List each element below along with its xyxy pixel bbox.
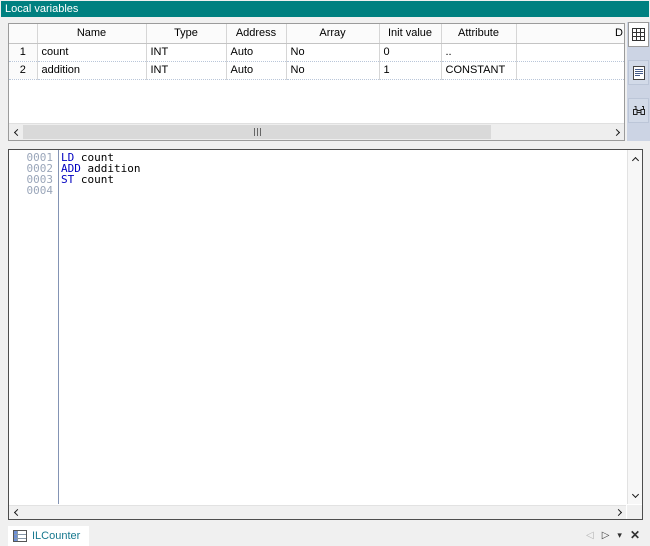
scroll-right-icon[interactable] [612,506,626,519]
scroll-down-icon[interactable] [628,488,642,502]
editor-vertical-scrollbar[interactable] [627,150,642,504]
scroll-left-icon[interactable] [9,124,23,140]
next-tab-icon[interactable]: ▷ [602,530,610,541]
header-init-value[interactable]: Init value [379,24,441,43]
cell-init-value[interactable]: 0 [379,43,441,61]
thumb-grip-icon [257,128,258,136]
scroll-up-icon[interactable] [628,152,642,166]
variables-horizontal-scrollbar[interactable] [9,123,624,140]
cell-attribute[interactable]: CONSTANT [441,61,516,79]
il-operand: count [74,173,114,186]
scroll-right-icon[interactable] [610,124,624,140]
tab-navigation-controls: ◁ ▷ ▾ ✕ [586,524,640,546]
code-area[interactable]: 0001LD count 0002ADD addition 0003ST cou… [9,150,626,504]
prev-tab-icon[interactable]: ◁ [586,530,594,541]
table-row: 2 addition INT Auto No 1 CONSTANT [9,61,624,79]
header-address[interactable]: Address [226,24,286,43]
scrollbar-thumb[interactable] [23,125,491,139]
header-type[interactable]: Type [146,24,226,43]
cell-extra[interactable] [516,43,624,61]
cell-init-value[interactable]: 1 [379,61,441,79]
document-icon [633,66,645,80]
grid-view-button[interactable] [628,22,649,47]
panel-title: Local variables [5,3,78,15]
grid-icon [632,28,645,41]
header-array[interactable]: Array [286,24,379,43]
local-variables-panel: Name Type Address Array Init value Attri… [8,23,625,141]
declaration-view-button[interactable] [628,60,649,85]
header-name[interactable]: Name [37,24,146,43]
thumb-grip-icon [254,128,255,136]
scrollbar-corner [627,505,642,519]
cell-attribute[interactable]: .. [441,43,516,61]
tab-ilcounter[interactable]: ILCounter [8,526,89,546]
line-number: 0004 [9,185,58,196]
program-grid-icon [13,530,27,542]
binoculars-icon [632,105,646,116]
panel-title-bar: Local variables [1,1,649,17]
code-line[interactable]: 0003ST count [9,174,626,185]
table-header-row: Name Type Address Array Init value Attri… [9,24,624,43]
cell-array[interactable]: No [286,61,379,79]
row-number[interactable]: 1 [9,43,37,61]
header-rownum[interactable] [9,24,37,43]
variables-table: Name Type Address Array Init value Attri… [9,24,624,80]
editor-horizontal-scrollbar[interactable] [9,505,626,519]
cell-name[interactable]: count [37,43,146,61]
view-toolbar [627,22,650,141]
code-line[interactable]: 0004 [9,185,626,196]
cell-type[interactable]: INT [146,61,226,79]
thumb-grip-icon [260,128,261,136]
watch-view-button[interactable] [628,98,649,123]
cell-address[interactable]: Auto [226,43,286,61]
cell-address[interactable]: Auto [226,61,286,79]
tab-list-dropdown-icon[interactable]: ▾ [617,530,622,541]
gutter-separator [58,150,59,504]
il-code-editor: 0001LD count 0002ADD addition 0003ST cou… [8,149,643,520]
table-row: 1 count INT Auto No 0 .. [9,43,624,61]
document-tab-bar: ILCounter ◁ ▷ ▾ ✕ [0,524,650,546]
header-clipped-d[interactable]: D [516,24,624,43]
header-attribute[interactable]: Attribute [441,24,516,43]
cell-name[interactable]: addition [37,61,146,79]
cell-type[interactable]: INT [146,43,226,61]
il-keyword: ST [61,173,74,186]
application-window: Local variables Name Type Address Array … [0,0,650,546]
close-icon[interactable]: ✕ [630,528,640,542]
scroll-left-icon[interactable] [9,506,23,519]
cell-extra[interactable] [516,61,624,79]
cell-array[interactable]: No [286,43,379,61]
row-number[interactable]: 2 [9,61,37,79]
tab-label: ILCounter [32,530,80,542]
